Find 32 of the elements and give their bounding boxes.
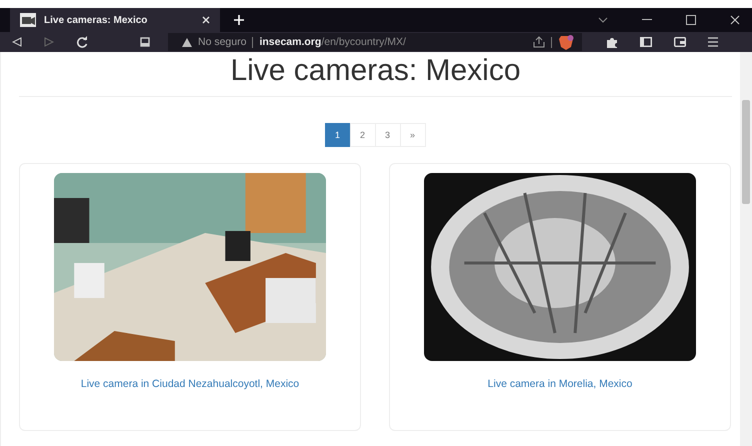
reload-icon[interactable] xyxy=(76,36,88,48)
close-tab-icon[interactable] xyxy=(202,16,210,24)
camera-link[interactable]: Live camera in Morelia, Mexico xyxy=(488,378,632,390)
browser-tab[interactable]: Live cameras: Mexico xyxy=(10,8,220,32)
maximize-icon[interactable] xyxy=(686,15,696,25)
camera-link[interactable]: Live camera in Ciudad Nezahualcoyotl, Mexico xyxy=(80,378,300,390)
warning-icon xyxy=(182,38,192,46)
page-link[interactable]: 3 xyxy=(374,123,400,147)
url-text: insecam.org/en/bycountry/MX/ xyxy=(259,36,406,48)
share-icon[interactable] xyxy=(533,36,545,48)
security-label: No seguro xyxy=(198,36,246,48)
forward-icon[interactable] xyxy=(44,37,54,47)
scrollbar[interactable] xyxy=(740,52,752,446)
page-heading: Live cameras: Mexico xyxy=(19,52,732,97)
sidebar-icon[interactable] xyxy=(640,37,652,47)
wallet-icon[interactable] xyxy=(674,37,686,47)
lion-shield-icon[interactable] xyxy=(558,34,574,50)
bookmark-icon[interactable] xyxy=(140,37,150,47)
back-icon[interactable] xyxy=(12,37,22,47)
new-tab-icon[interactable] xyxy=(234,15,244,25)
page-link[interactable]: 2 xyxy=(350,123,376,147)
page-link[interactable]: » xyxy=(400,123,426,147)
close-icon[interactable] xyxy=(730,15,740,25)
camera-favicon-icon xyxy=(20,13,36,27)
puzzle-icon[interactable] xyxy=(606,36,618,48)
minimize-icon[interactable] xyxy=(642,19,652,21)
scrollbar-thumb[interactable] xyxy=(742,100,750,204)
menu-icon[interactable] xyxy=(708,37,718,47)
page-link[interactable]: 1 xyxy=(324,123,350,147)
chevron-down-icon[interactable] xyxy=(598,17,608,23)
tab-title: Live cameras: Mexico xyxy=(44,14,148,26)
address-bar[interactable]: No seguro insecam.org/en/bycountry/MX/ xyxy=(168,33,582,51)
